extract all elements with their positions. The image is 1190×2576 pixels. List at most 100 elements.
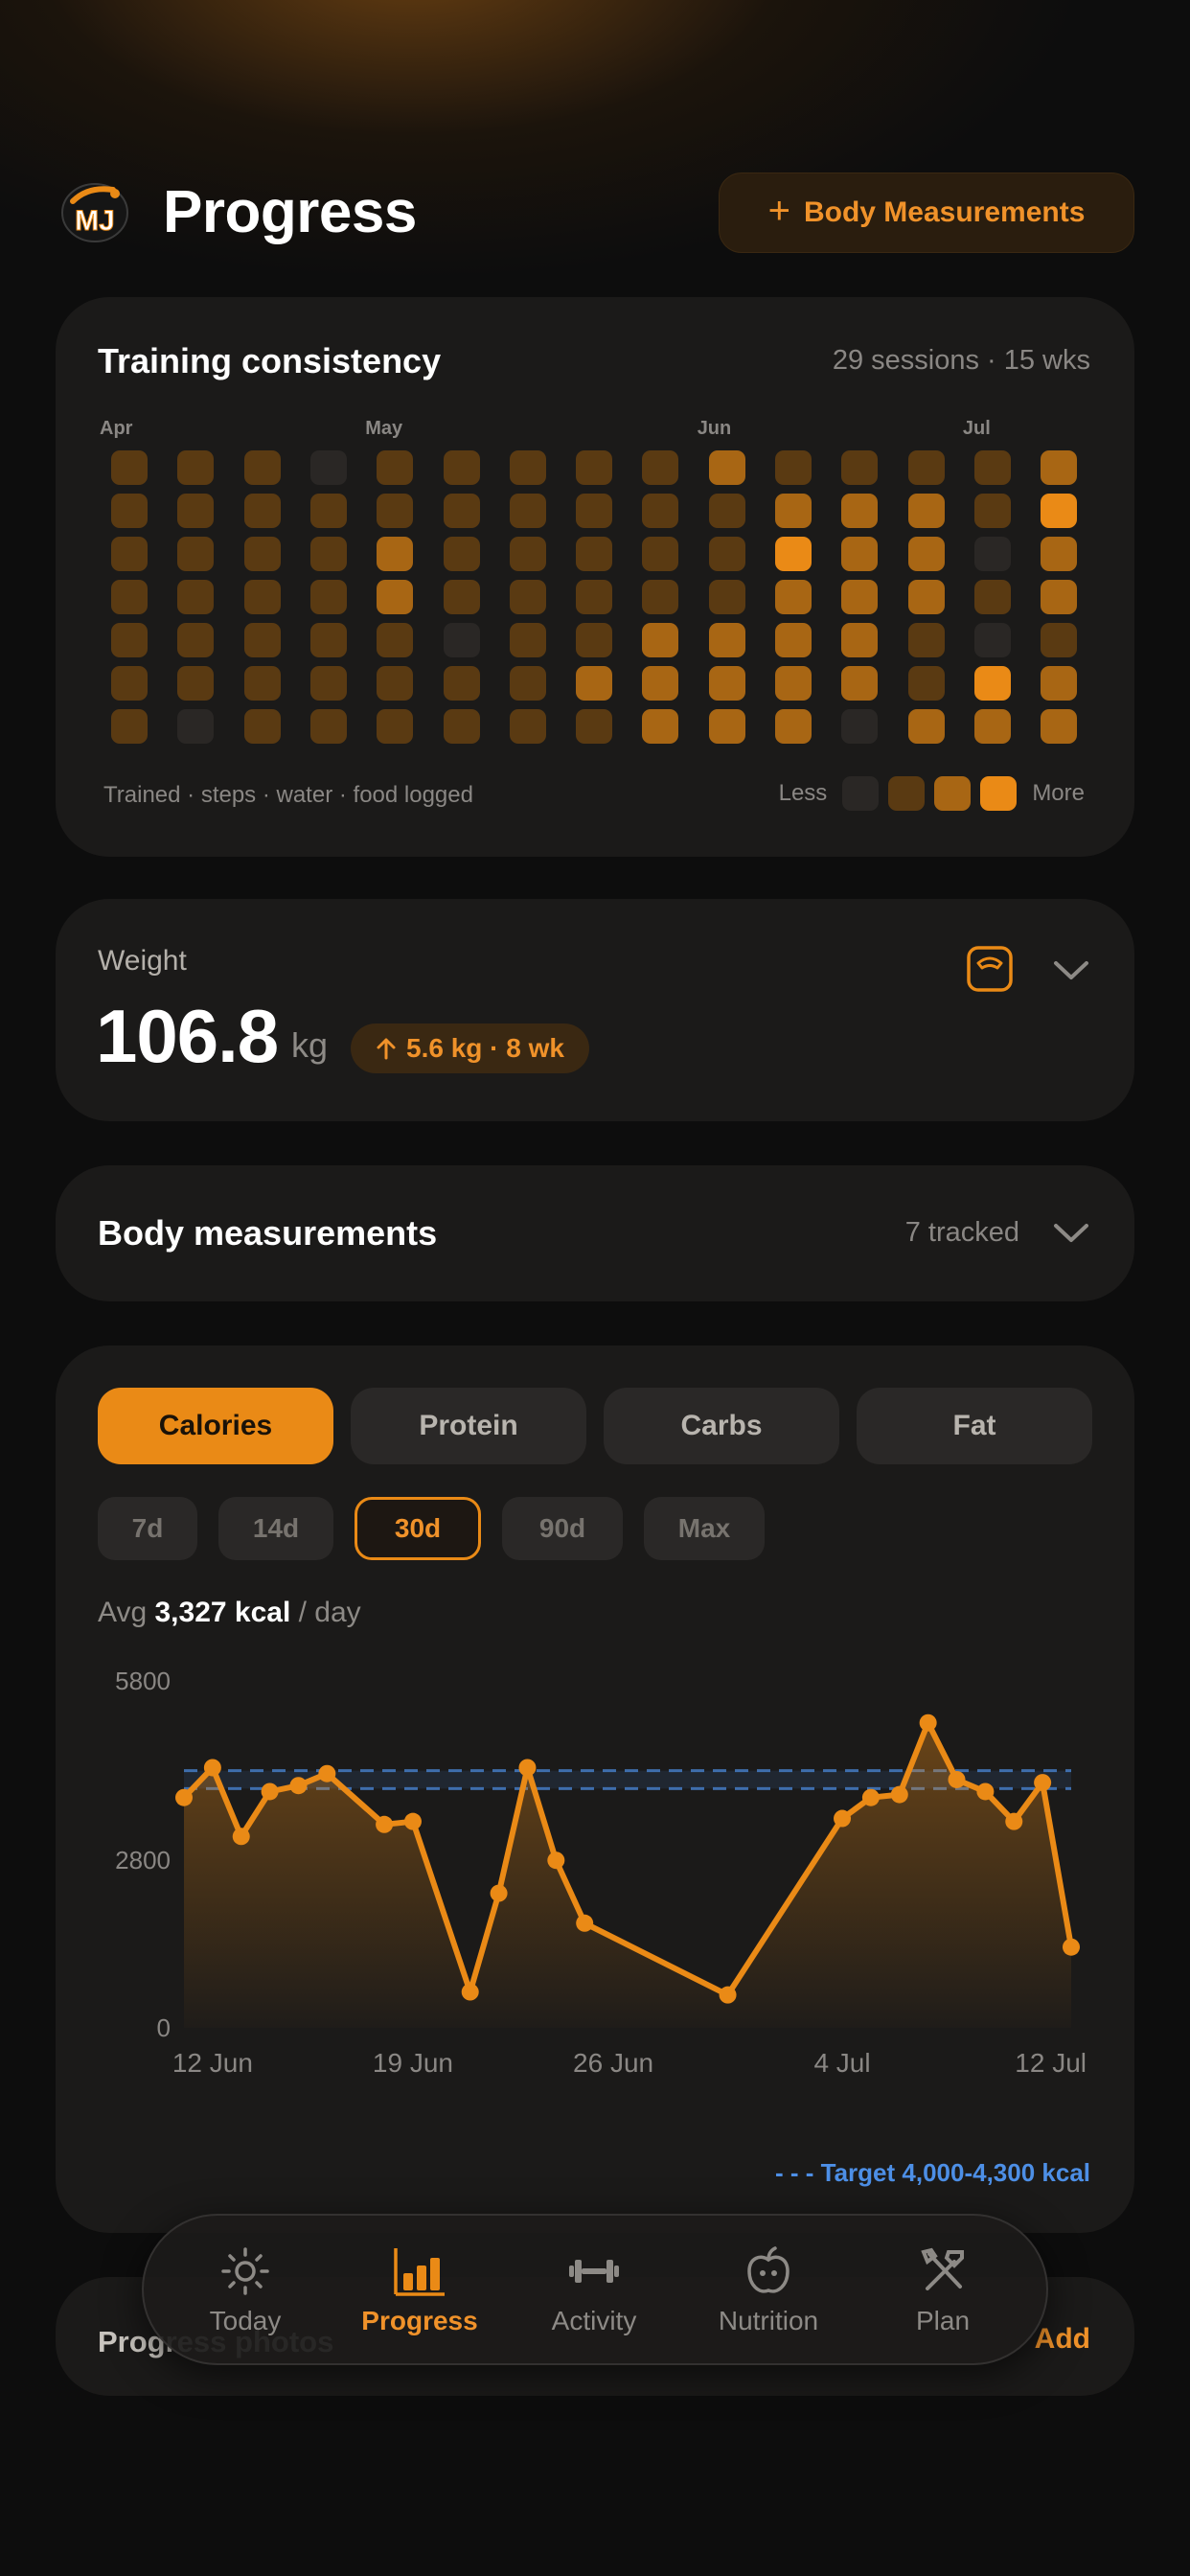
data-point [175, 1788, 193, 1806]
x-tick-label: 19 Jun [373, 2048, 453, 2078]
data-point [861, 1788, 880, 1806]
heatmap-cell [841, 709, 879, 744]
heatmap-cell [973, 494, 1011, 528]
body-measurements-card[interactable]: Body measurements 7 tracked [56, 1165, 1134, 1301]
data-point [376, 1815, 394, 1833]
heatmap-legend: Less More [779, 776, 1085, 811]
nav-nutrition[interactable]: Nutrition [682, 2244, 855, 2336]
heatmap-cell [309, 666, 347, 701]
heatmap-cell [841, 450, 879, 485]
heatmap-cell [642, 537, 679, 571]
nav-today[interactable]: Today [159, 2244, 332, 2336]
sun-icon [221, 2247, 269, 2295]
heatmap-cell [377, 450, 414, 485]
heatmap-cell [309, 450, 347, 485]
heatmap-cell [1041, 450, 1078, 485]
heatmap-cell [111, 623, 148, 657]
heatmap-cell [309, 494, 347, 528]
heatmap-cell [243, 580, 281, 614]
y-tick-label: 0 [157, 2013, 171, 2042]
scale-icon[interactable] [966, 945, 1014, 993]
heatmap-cell [177, 450, 215, 485]
x-tick-label: 12 Jul [1015, 2048, 1087, 2078]
nav-activity[interactable]: Activity [508, 2244, 680, 2336]
heatmap-cell [509, 666, 546, 701]
range-max[interactable]: Max [644, 1497, 765, 1560]
y-tick-label: 5800 [115, 1667, 171, 1695]
calories-area [184, 1722, 1071, 2028]
heatmap-cell [509, 450, 546, 485]
heatmap-cell [309, 580, 347, 614]
heatmap-cell [907, 450, 945, 485]
heatmap-cell [377, 623, 414, 657]
range-90d[interactable]: 90d [502, 1497, 623, 1560]
heatmap-cell [642, 623, 679, 657]
heatmap-cell [111, 537, 148, 571]
heatmap-cell [907, 709, 945, 744]
heatmap-cell [1041, 623, 1078, 657]
heatmap-cell [111, 450, 148, 485]
data-point [976, 1782, 995, 1801]
heatmap-cell [775, 537, 812, 571]
heatmap-cell [642, 494, 679, 528]
heatmap-cell [309, 623, 347, 657]
tab-protein[interactable]: Protein [351, 1388, 586, 1464]
heatmap-cell [973, 709, 1011, 744]
weight-card[interactable]: Weight 106.8 kg 5.6 kg · 8 wk [56, 899, 1134, 1121]
heatmap-cell [708, 623, 745, 657]
bottom-nav: Today Progress Activity Nutrition Plan [142, 2214, 1048, 2365]
range-30d[interactable]: 30d [355, 1497, 481, 1560]
heatmap-cell [907, 537, 945, 571]
heatmap-cell [775, 494, 812, 528]
tab-carbs[interactable]: Carbs [604, 1388, 839, 1464]
tab-fat[interactable]: Fat [857, 1388, 1092, 1464]
heatmap-cell [642, 709, 679, 744]
app-logo: MJ [61, 183, 128, 242]
data-point [1005, 1812, 1023, 1830]
data-point [261, 1782, 279, 1801]
x-tick-label: 12 Jun [172, 2048, 253, 2078]
data-point [232, 1828, 250, 1846]
data-point [719, 1986, 737, 2004]
tab-calories[interactable]: Calories [98, 1388, 333, 1464]
avg-value: 3,327 kcal [154, 1597, 291, 1628]
heatmap-cell [1041, 537, 1078, 571]
heatmap-cell [576, 580, 613, 614]
y-tick-label: 2800 [115, 1846, 171, 1874]
heatmap-cell [775, 580, 812, 614]
nav-today-label: Today [209, 2306, 282, 2335]
heatmap-cell [841, 537, 879, 571]
add-body-measurements-label: Body Measurements [803, 196, 1086, 228]
legend-more: More [1032, 780, 1085, 806]
data-point [289, 1777, 308, 1795]
heatmap-cell [443, 537, 480, 571]
add-photo-button[interactable]: Add [1035, 2323, 1090, 2356]
nav-plan[interactable]: Plan [857, 2244, 1029, 2336]
heatmap-cell [775, 709, 812, 744]
month-label: Apr [100, 418, 133, 439]
heatmap-cell [841, 580, 879, 614]
heatmap-cell [1041, 666, 1078, 701]
nav-activity-label: Activity [551, 2306, 637, 2335]
target-note: - - - Target 4,000-4,300 kcal [774, 2158, 1090, 2187]
nav-nutrition-label: Nutrition [718, 2306, 819, 2335]
range-14d[interactable]: 14d [218, 1497, 333, 1560]
heatmap-cell [111, 580, 148, 614]
data-point [318, 1764, 336, 1782]
heatmap-cell [708, 537, 745, 571]
heatmap-cell [907, 666, 945, 701]
heatmap-cell [243, 666, 281, 701]
heatmap-cell [973, 450, 1011, 485]
chevron-down-icon[interactable] [1052, 958, 1090, 983]
nav-progress[interactable]: Progress [333, 2244, 506, 2336]
heatmap-cell [973, 537, 1011, 571]
chevron-down-icon[interactable] [1052, 1221, 1090, 1246]
heatmap-cell [907, 494, 945, 528]
range-7d[interactable]: 7d [98, 1497, 197, 1560]
heatmap-cell [243, 623, 281, 657]
month-label: Jul [962, 418, 991, 439]
data-point [461, 1983, 479, 2001]
heatmap-cell [111, 494, 148, 528]
add-body-measurements-button[interactable]: + Body Measurements [719, 172, 1134, 253]
heatmap-cell [443, 580, 480, 614]
